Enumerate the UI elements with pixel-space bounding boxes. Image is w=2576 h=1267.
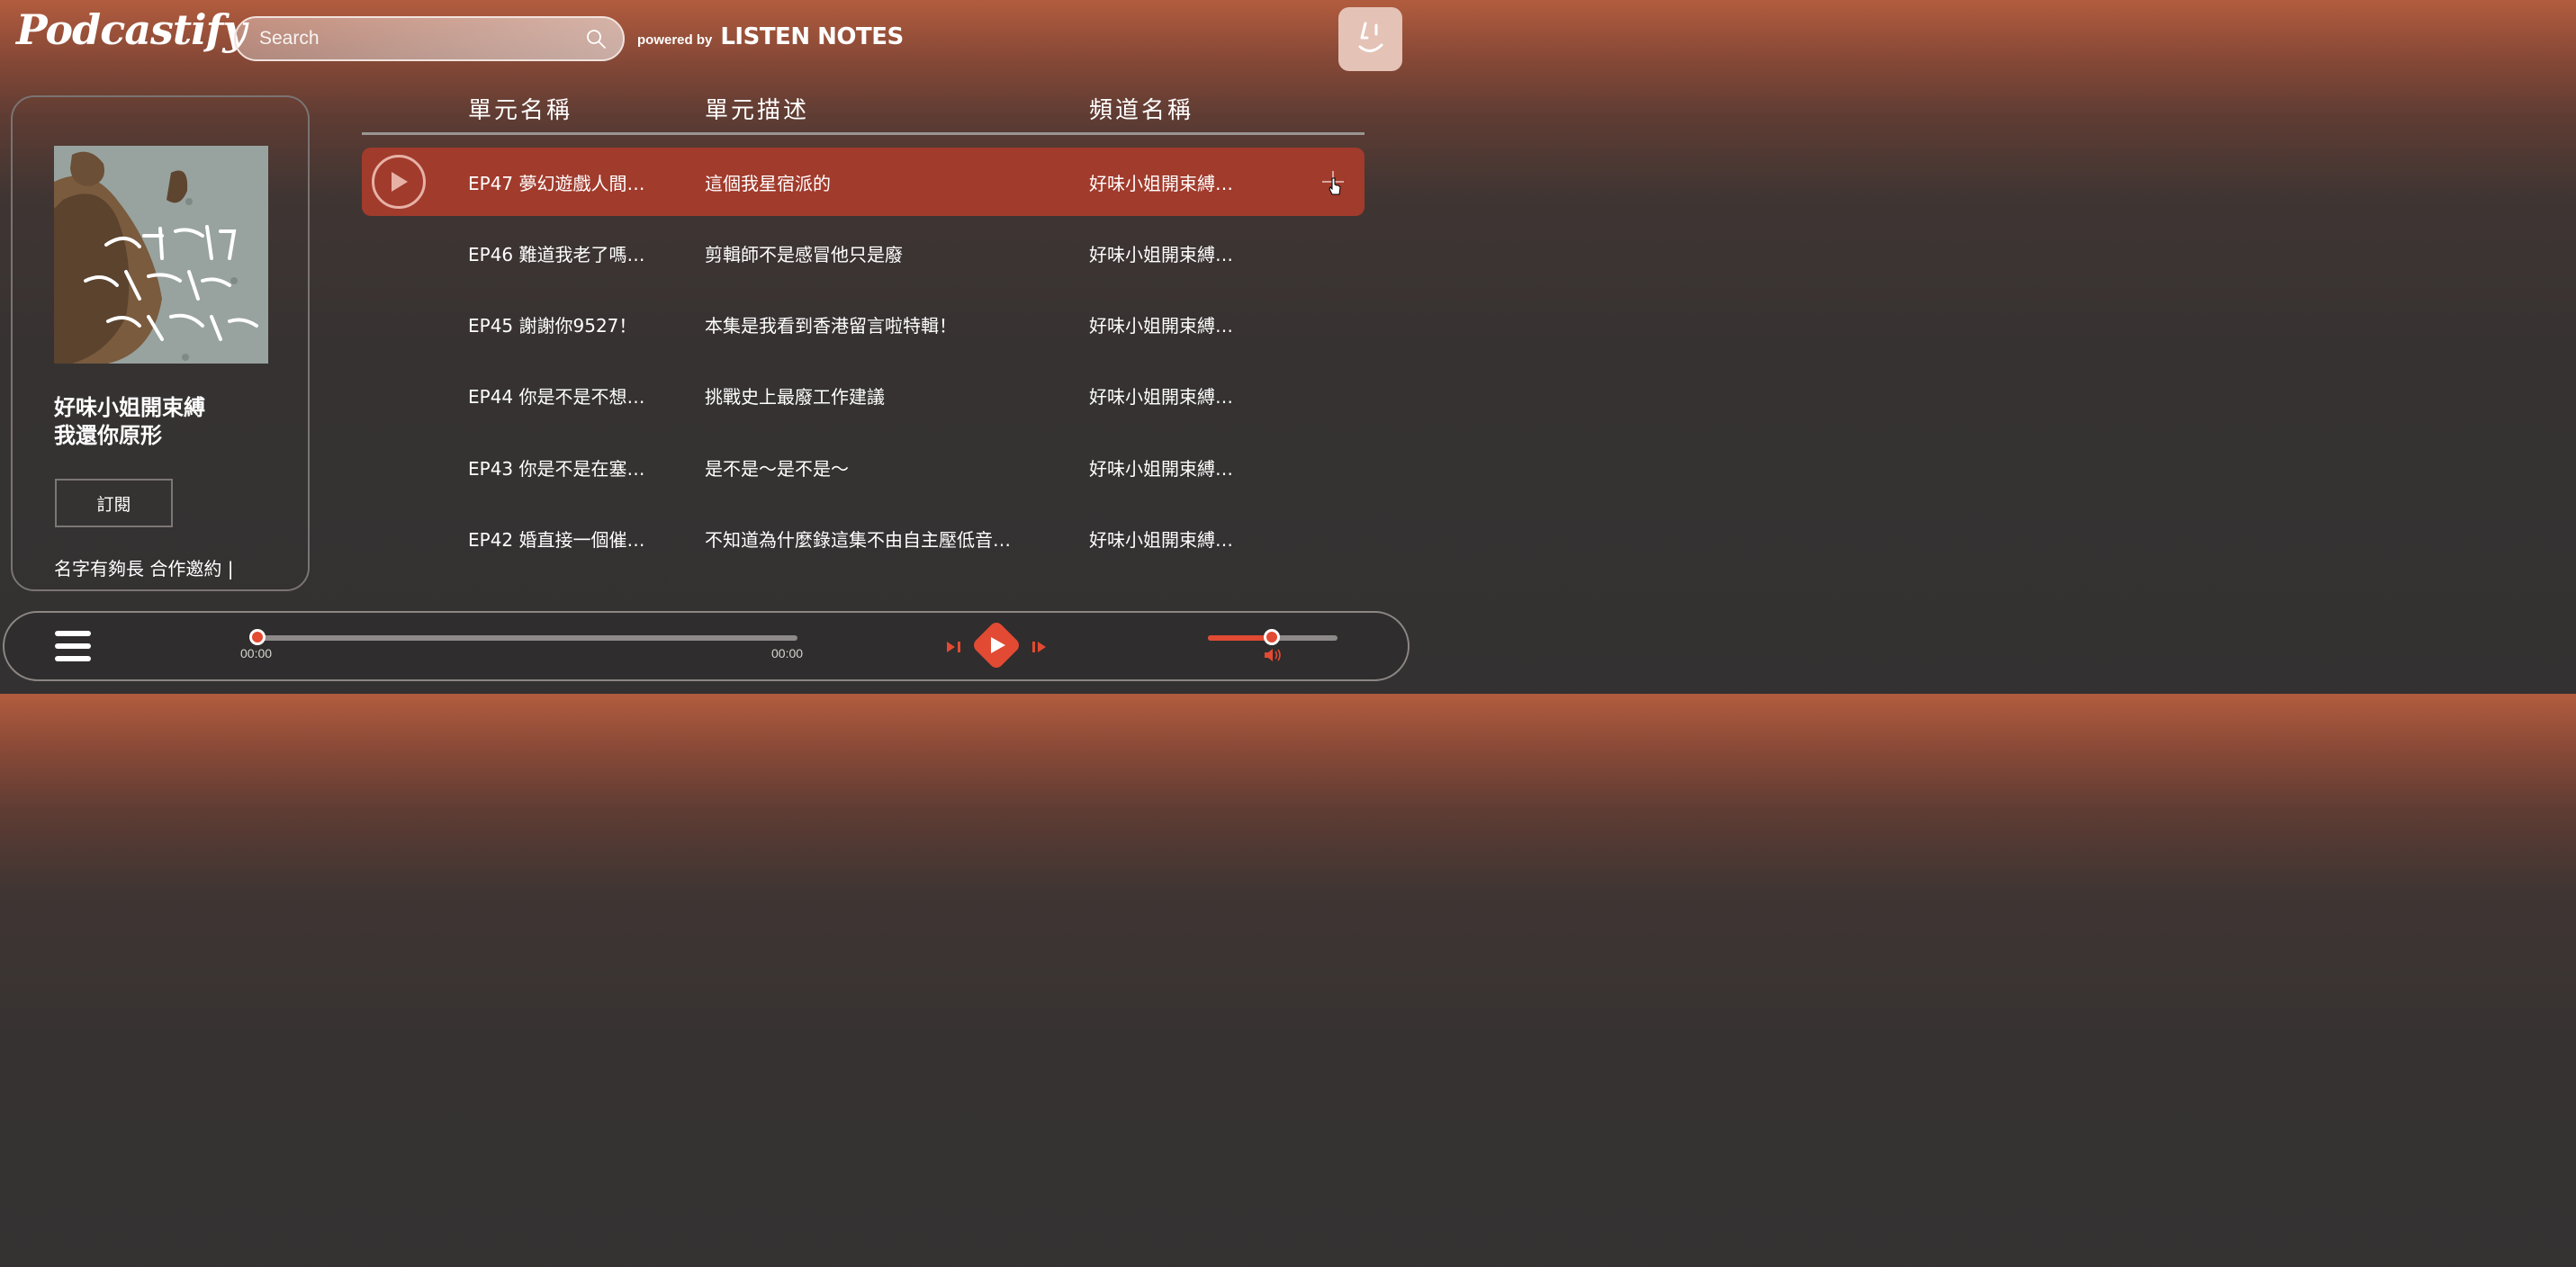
current-time: 00:00 [240,646,273,660]
menu-icon[interactable] [55,629,91,663]
channel-name: 好味小姐開束縛… [1089,529,1233,551]
app-logo[interactable]: Podcastify [16,5,247,54]
episode-row[interactable]: EP42 婚直接一個催… 不知道為什麼錄這集不由自主壓低音… 好味小姐開束縛… [362,504,1365,572]
column-header-episode-description: 單元描述 [705,97,810,124]
avatar-face-icon [1358,22,1383,52]
podcast-title: 好味小姐開束縛 我還你原形 [54,394,205,450]
episode-name: EP43 你是不是在塞… [468,458,645,480]
subscribe-button[interactable]: 訂閱 [55,479,173,527]
podcast-description: 名字有夠長 合作邀約 | [54,558,234,580]
episode-name: EP44 你是不是不想… [468,386,645,408]
episode-table-header: 單元名稱 單元描述 頻道名稱 [362,88,1365,135]
episode-description: 是不是～是不是～ [705,458,849,480]
episode-row[interactable]: EP47 夢幻遊戲人間… 這個我星宿派的 好味小姐開束縛… [362,148,1365,216]
episode-description: 本集是我看到香港留言啦特輯！ [705,315,957,337]
episode-name: EP42 婚直接一個催… [468,529,645,551]
episode-name: EP45 謝謝你9527！ [468,315,637,337]
channel-name: 好味小姐開束縛… [1089,173,1233,194]
podcast-title-line1: 好味小姐開束縛 [54,395,205,420]
channel-name: 好味小姐開束縛… [1089,458,1233,480]
volume-handle[interactable] [1264,629,1280,645]
volume-icon[interactable] [1262,647,1283,663]
episode-description: 剪輯師不是感冒他只是廢 [705,244,903,265]
search-input[interactable] [259,28,585,49]
add-icon[interactable] [1320,167,1347,198]
play-button [974,623,1019,668]
search-icon[interactable] [585,28,607,49]
prev-icon [947,642,960,652]
cursor-hand-icon [1329,177,1341,195]
player-bar: 00:00 00:00 [3,611,1410,681]
channel-name: 好味小姐開束縛… [1089,386,1233,408]
play-icon [392,172,408,192]
episode-description: 不知道為什麼錄這集不由自主壓低音… [705,529,1011,551]
progress-track[interactable] [257,635,797,641]
episode-description: 這個我星宿派的 [705,173,831,194]
play-episode-button[interactable] [372,155,426,209]
playback-controls [947,623,1046,668]
episode-row[interactable]: EP46 難道我老了嗎… 剪輯師不是感冒他只是廢 好味小姐開束縛… [362,219,1365,287]
podcast-title-line2: 我還你原形 [54,423,162,448]
search-bar[interactable] [234,16,625,61]
user-avatar[interactable] [1338,7,1402,71]
episode-row[interactable]: EP45 謝謝你9527！ 本集是我看到香港留言啦特輯！ 好味小姐開束縛… [362,290,1365,358]
listen-notes-brand[interactable]: LISTEN NOTES [720,23,904,50]
episode-row[interactable]: EP43 你是不是在塞… 是不是～是不是～ 好味小姐開束縛… [362,433,1365,501]
progress-handle[interactable] [249,629,266,645]
total-time: 00:00 [771,646,804,660]
powered-by-label: powered by [637,32,713,48]
episode-description: 挑戰史上最廢工作建議 [705,386,885,408]
podcast-cover-image[interactable] [54,146,268,364]
episode-name: EP47 夢幻遊戲人間… [468,173,645,194]
column-header-channel-name: 頻道名稱 [1089,97,1194,124]
powered-by: powered by LISTEN NOTES [637,23,904,50]
channel-name: 好味小姐開束縛… [1089,244,1233,265]
next-icon [1032,642,1046,652]
podcast-card: 好味小姐開束縛 我還你原形 訂閱 名字有夠長 合作邀約 | [11,95,310,591]
channel-name: 好味小姐開束縛… [1089,315,1233,337]
episode-name: EP46 難道我老了嗎… [468,244,645,265]
column-header-episode-name: 單元名稱 [468,97,573,124]
episode-row[interactable]: EP44 你是不是不想… 挑戰史上最廢工作建議 好味小姐開束縛… [362,361,1365,429]
